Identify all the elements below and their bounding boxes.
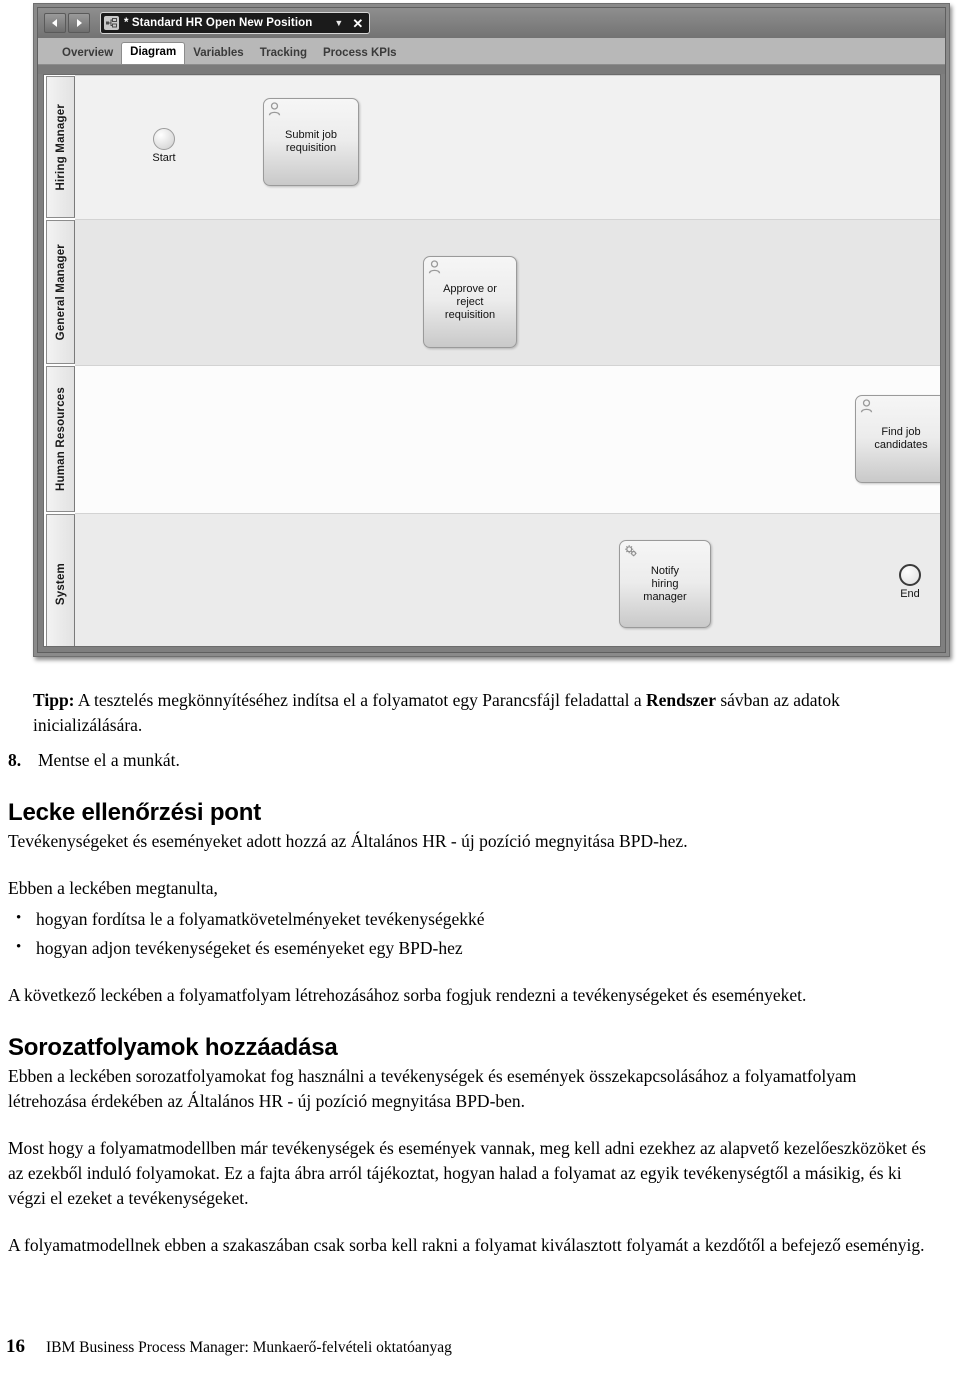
node-submit-job-requisition[interactable]: Submit job requisition bbox=[263, 98, 359, 186]
swimlane-header-system[interactable]: System bbox=[46, 514, 75, 646]
swimlane-label: General Manager bbox=[54, 243, 67, 341]
paragraph-sequence-detail: Most hogy a folyamatmodellben már tevéke… bbox=[8, 1138, 926, 1208]
page-number: 16 bbox=[6, 1336, 25, 1357]
paragraph-sequence-intro: Ebben a leckében sorozatfolyamokat fog h… bbox=[8, 1066, 857, 1111]
end-event-icon bbox=[899, 564, 921, 586]
footer-text: IBM Business Process Manager: Munkaerő-f… bbox=[46, 1339, 452, 1356]
forward-button[interactable] bbox=[68, 13, 90, 33]
paragraph-learned-intro: Ebben a leckében megtanulta, bbox=[8, 878, 218, 898]
swimlane-body[interactable]: Find job candidates bbox=[75, 365, 940, 513]
swimlane-header-hiring-manager[interactable]: Hiring Manager bbox=[46, 76, 75, 218]
tip-text-pre: A tesztelés megkönnyítéséhez indítsa el … bbox=[74, 690, 646, 710]
swimlane-header-human-resources[interactable]: Human Resources bbox=[46, 366, 75, 512]
editor-tabstrip: Overview Diagram Variables Tracking Proc… bbox=[38, 38, 945, 65]
document-body: Tipp: A tesztelés megkönnyítéséhez indít… bbox=[0, 660, 960, 1258]
paragraph-checkpoint-intro: Tevékenységeket és eseményeket adott hoz… bbox=[8, 831, 688, 851]
system-task-gear-icon bbox=[624, 544, 638, 563]
swimlane-hiring-manager: Hiring Manager Start Submit job requisit… bbox=[44, 75, 940, 219]
swimlane-label: Hiring Manager bbox=[54, 103, 67, 191]
editor-titlebar: * Standard HR Open New Position ▼ ✕ bbox=[38, 8, 945, 38]
tab-process-kpis[interactable]: Process KPIs bbox=[315, 45, 405, 65]
tab-variables[interactable]: Variables bbox=[185, 45, 252, 65]
swimlane-system: System Notify hiring manager End bbox=[44, 513, 940, 646]
heading-lesson-checkpoint: Lecke ellenőrzési pont bbox=[8, 799, 262, 826]
node-label: Approve or reject requisition bbox=[443, 282, 497, 321]
numbered-step: 8. Mentse el a munkát. bbox=[8, 748, 908, 773]
swimlane-general-manager: General Manager Approve or reject requis… bbox=[44, 219, 940, 365]
node-end[interactable]: End bbox=[899, 564, 921, 600]
chevron-down-icon[interactable]: ▼ bbox=[334, 18, 343, 28]
close-icon[interactable]: ✕ bbox=[352, 17, 363, 30]
list-item: hogyan adjon tevékenységeket és eseménye… bbox=[8, 935, 943, 961]
node-label: Find job candidates bbox=[874, 426, 928, 451]
editor-window: * Standard HR Open New Position ▼ ✕ Over… bbox=[37, 7, 946, 653]
tab-overview[interactable]: Overview bbox=[54, 45, 121, 65]
node-approve-or-reject-requisition[interactable]: Approve or reject requisition bbox=[423, 256, 517, 348]
page-footer: 16 IBM Business Process Manager: Munkaer… bbox=[0, 1336, 960, 1358]
paragraph-next-lesson: A következő leckében a folyamatfolyam lé… bbox=[8, 985, 807, 1005]
swimlane-body[interactable]: Notify hiring manager End bbox=[75, 513, 940, 646]
diagram-canvas[interactable]: Hiring Manager Start Submit job requisit… bbox=[43, 74, 941, 647]
bpm-editor-screenshot: * Standard HR Open New Position ▼ ✕ Over… bbox=[33, 3, 950, 657]
user-task-icon bbox=[428, 260, 441, 279]
step-number: 8. bbox=[8, 750, 22, 770]
tab-diagram[interactable]: Diagram bbox=[121, 41, 186, 64]
heading-add-sequence-flows: Sorozatfolyamok hozzáadása bbox=[8, 1034, 338, 1061]
learned-bullet-list: hogyan fordítsa le a folyamatkövetelmény… bbox=[8, 906, 943, 961]
node-label: Submit job requisition bbox=[285, 129, 337, 154]
node-start[interactable]: Start bbox=[152, 128, 176, 164]
node-find-job-candidates[interactable]: Find job candidates bbox=[855, 395, 940, 483]
swimlane-header-general-manager[interactable]: General Manager bbox=[46, 220, 75, 364]
back-button[interactable] bbox=[44, 13, 66, 33]
swimlane-body[interactable]: Approve or reject requisition bbox=[75, 219, 940, 365]
node-end-label: End bbox=[900, 588, 920, 600]
step-text: Mentse el a munkát. bbox=[38, 750, 180, 770]
tab-tracking[interactable]: Tracking bbox=[252, 45, 315, 65]
tip-paragraph: Tipp: A tesztelés megkönnyítéséhez indít… bbox=[33, 688, 913, 738]
swimlane-label: Human Resources bbox=[54, 387, 67, 491]
swimlane-body[interactable]: Start Submit job requisition bbox=[75, 75, 940, 219]
tip-bold-term: Rendszer bbox=[645, 690, 716, 710]
user-task-icon bbox=[268, 102, 281, 121]
process-diagram-icon bbox=[104, 16, 119, 30]
toolbar-band bbox=[38, 65, 945, 74]
open-document-chip[interactable]: * Standard HR Open New Position ▼ ✕ bbox=[100, 12, 371, 34]
start-event-icon bbox=[153, 128, 175, 150]
swimlane-label: System bbox=[54, 562, 67, 606]
tip-label: Tipp: bbox=[33, 690, 75, 710]
page-root: * Standard HR Open New Position ▼ ✕ Over… bbox=[0, 0, 960, 1380]
node-start-label: Start bbox=[152, 152, 176, 164]
swimlane-human-resources: Human Resources Find job candidates bbox=[44, 365, 940, 513]
node-notify-hiring-manager[interactable]: Notify hiring manager bbox=[619, 540, 711, 628]
paragraph-sequence-scope: A folyamatmodellnek ebben a szakaszában … bbox=[8, 1235, 925, 1255]
list-item: hogyan fordítsa le a folyamatkövetelmény… bbox=[8, 906, 943, 932]
user-task-icon bbox=[860, 399, 873, 418]
node-label: Notify hiring manager bbox=[643, 564, 687, 603]
window-title: * Standard HR Open New Position bbox=[124, 17, 313, 29]
